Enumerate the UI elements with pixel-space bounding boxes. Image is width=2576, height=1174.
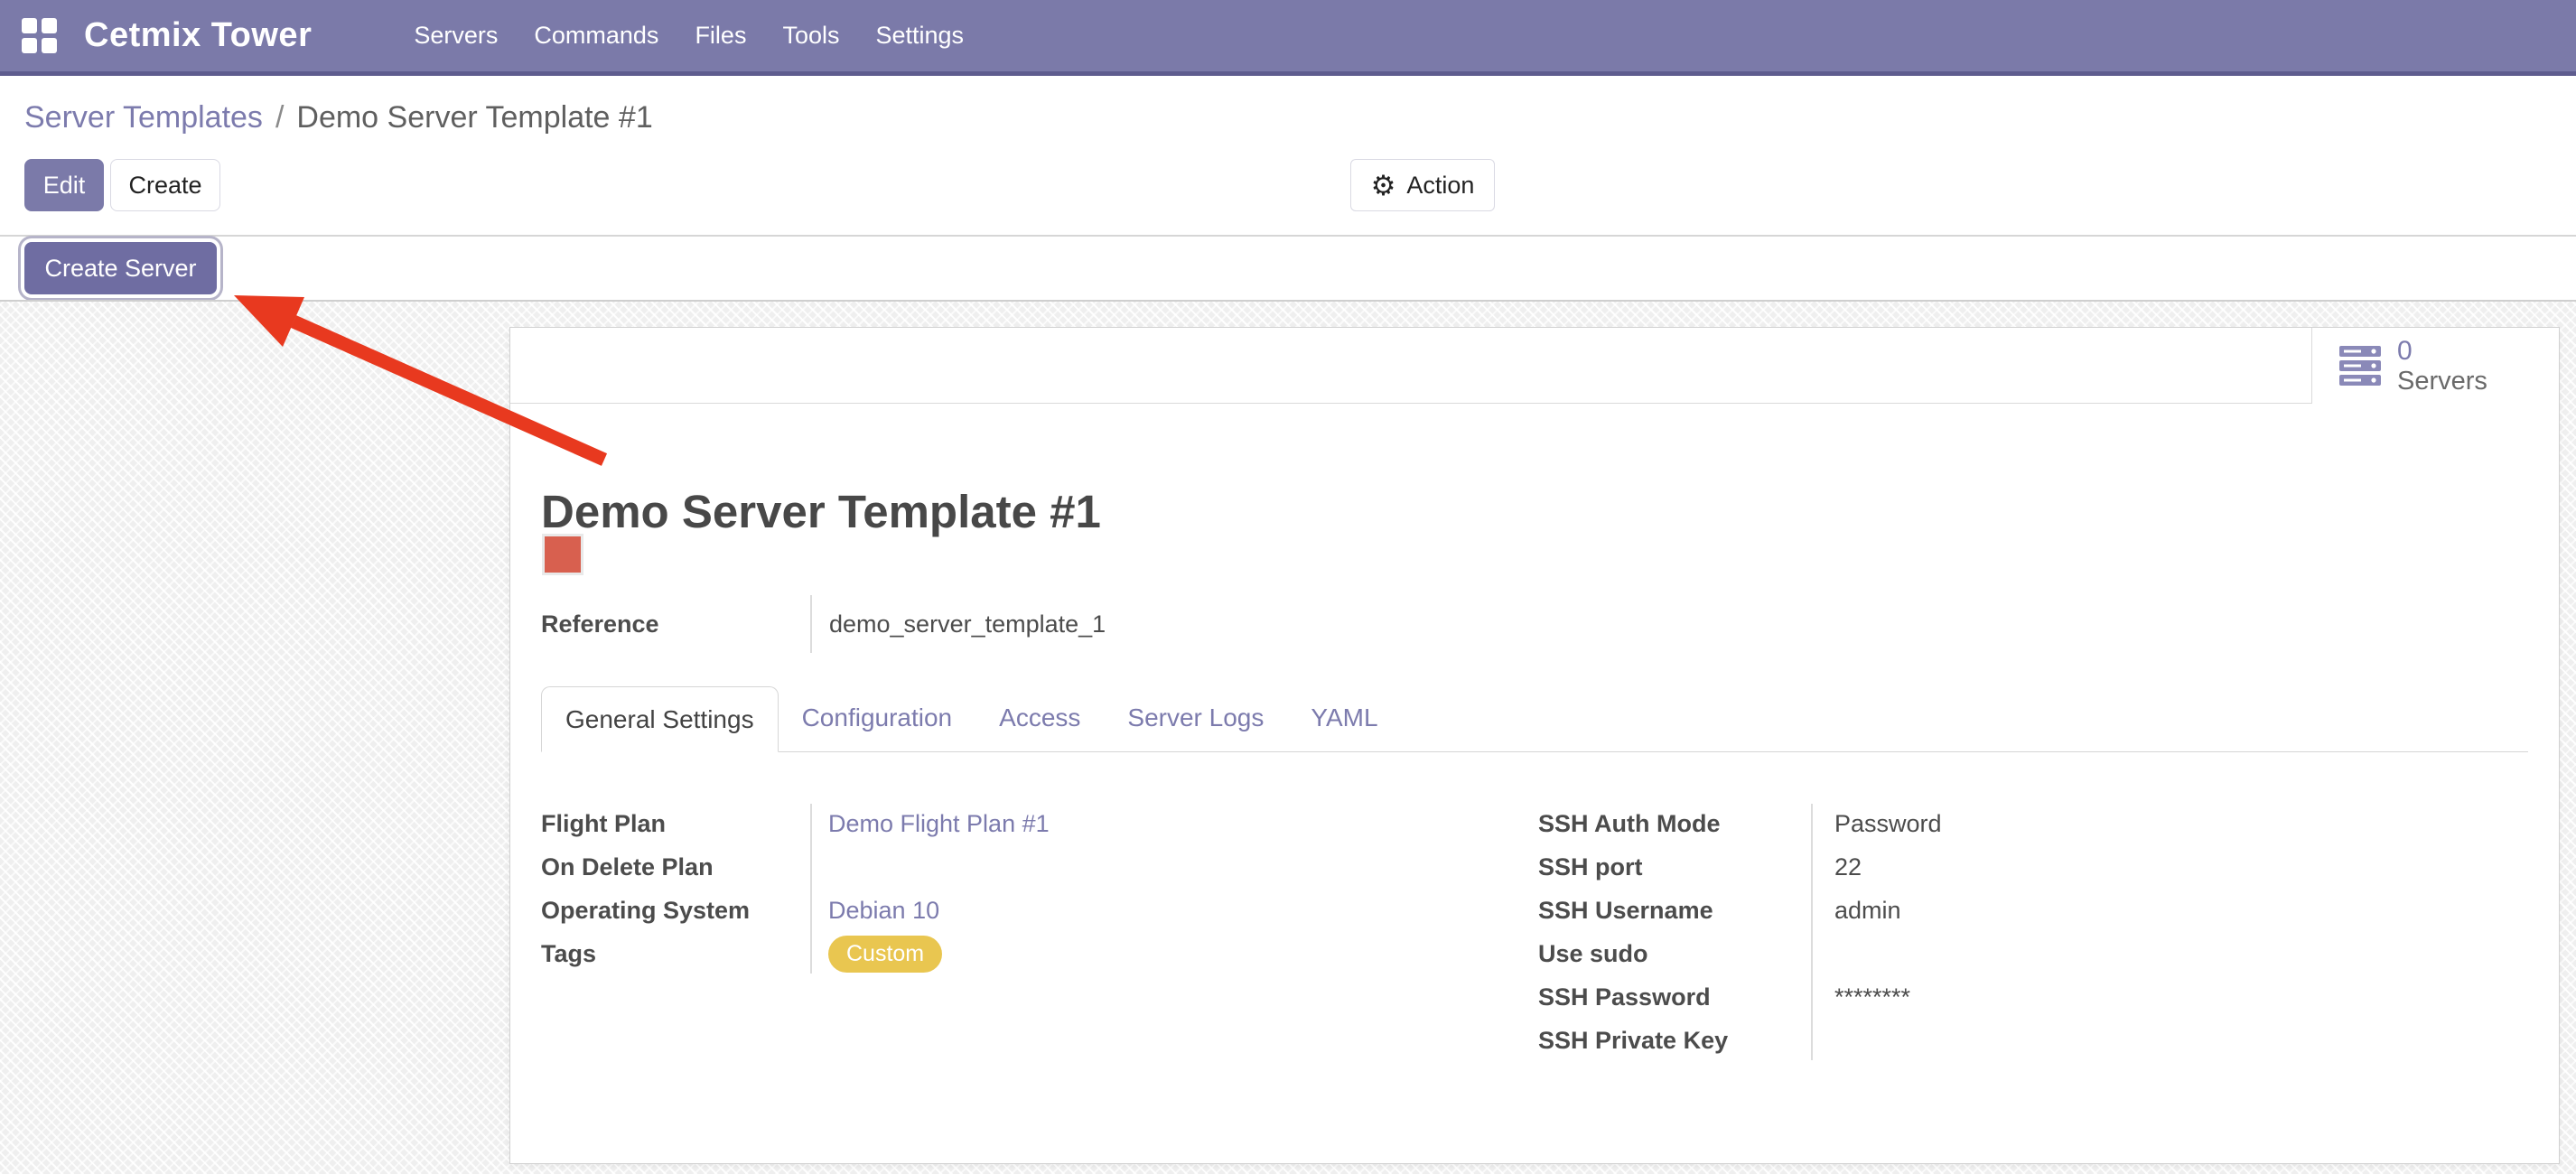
field-label: On Delete Plan: [541, 853, 810, 881]
field-label: SSH port: [1538, 853, 1811, 881]
gear-icon: ⚙: [1371, 172, 1396, 200]
field-value: admin: [1811, 897, 1901, 925]
reference-label: Reference: [541, 610, 810, 638]
field-row-operating-system: Operating SystemDebian 10: [541, 889, 1517, 932]
breadcrumb: Server Templates / Demo Server Template …: [0, 80, 2576, 154]
field-row-tags: Tags Custom: [541, 932, 1517, 975]
field-row-on-delete-plan: On Delete Plan: [541, 845, 1517, 889]
field-value[interactable]: Debian 10: [810, 897, 939, 925]
field-value: Password: [1811, 810, 1942, 838]
field-group-left-divider: [810, 804, 812, 974]
apps-grid-icon[interactable]: [22, 18, 57, 53]
field-group-left: Flight PlanDemo Flight Plan #1On Delete …: [541, 802, 1517, 975]
field-row-ssh-private-key: SSH Private Key: [1538, 1019, 2532, 1062]
field-value: ********: [1811, 983, 1910, 1011]
field-label: SSH Password: [1538, 983, 1811, 1011]
field-row-ssh-port: SSH port22: [1538, 845, 2532, 889]
create-button[interactable]: Create: [110, 159, 220, 211]
main-menu: Servers Commands Files Tools Settings: [414, 22, 964, 50]
menu-item-servers[interactable]: Servers: [414, 22, 498, 50]
field-row-ssh-username: SSH Usernameadmin: [1538, 889, 2532, 932]
field-label: Flight Plan: [541, 810, 810, 838]
field-label: Tags: [541, 940, 810, 968]
servers-count: 0: [2397, 336, 2487, 367]
record-title: Demo Server Template #1: [541, 485, 1101, 539]
breadcrumb-separator: /: [275, 100, 284, 135]
action-button-label: Action: [1406, 172, 1474, 200]
tab-yaml[interactable]: YAML: [1287, 685, 1401, 751]
create-server-button[interactable]: Create Server: [24, 242, 217, 294]
tab-configuration[interactable]: Configuration: [779, 685, 976, 751]
field-group-right-divider: [1811, 804, 1813, 1060]
tab-general-settings[interactable]: General Settings: [541, 686, 779, 752]
menu-item-tools[interactable]: Tools: [782, 22, 839, 50]
field-row-ssh-auth-mode: SSH Auth ModePassword: [1538, 802, 2532, 845]
servers-stat-button[interactable]: 0 Servers: [2311, 328, 2559, 404]
button-box-strip: 0 Servers: [510, 328, 2559, 404]
form-statusbar: Create Server: [0, 237, 2576, 300]
notebook-tabs: General SettingsConfigurationAccessServe…: [541, 686, 2528, 752]
field-label: SSH Private Key: [1538, 1027, 1811, 1055]
app-brand[interactable]: Cetmix Tower: [84, 16, 312, 55]
edit-button[interactable]: Edit: [24, 159, 104, 211]
reference-divider: [810, 595, 812, 653]
content-background: 0 Servers Demo Server Template #1 Refere…: [0, 300, 2576, 1174]
control-panel-buttons: Edit Create ⚙ Action: [0, 159, 2576, 219]
breadcrumb-parent-link[interactable]: Server Templates: [24, 100, 263, 135]
breadcrumb-current: Demo Server Template #1: [296, 100, 652, 135]
menu-item-commands[interactable]: Commands: [534, 22, 658, 50]
field-label: Operating System: [541, 897, 810, 925]
field-value[interactable]: Demo Flight Plan #1: [810, 810, 1050, 838]
tab-server-logs[interactable]: Server Logs: [1104, 685, 1287, 751]
field-label: SSH Auth Mode: [1538, 810, 1811, 838]
page: { "navbar": { "brand": "Cetmix Tower", "…: [0, 0, 2576, 1174]
field-label: SSH Username: [1538, 897, 1811, 925]
reference-field-row: Reference demo_server_template_1: [541, 599, 1106, 649]
action-button[interactable]: ⚙ Action: [1350, 159, 1495, 211]
servers-stat-label: Servers: [2397, 367, 2487, 396]
server-rack-icon: [2339, 346, 2381, 386]
field-row-use-sudo: Use sudo: [1538, 932, 2532, 975]
menu-item-settings[interactable]: Settings: [875, 22, 964, 50]
color-swatch: [545, 536, 581, 573]
field-value: 22: [1811, 853, 1862, 881]
field-value: Custom: [810, 936, 942, 973]
tag-badge: Custom: [828, 936, 942, 973]
tab-access[interactable]: Access: [975, 685, 1104, 751]
reference-value: demo_server_template_1: [810, 610, 1106, 638]
field-row-flight-plan: Flight PlanDemo Flight Plan #1: [541, 802, 1517, 845]
menu-item-files[interactable]: Files: [695, 22, 746, 50]
field-group-right: SSH Auth ModePasswordSSH port22SSH Usern…: [1538, 802, 2532, 1062]
field-row-ssh-password: SSH Password********: [1538, 975, 2532, 1019]
top-navbar: Cetmix Tower ServersCommandsFilesToolsSe…: [0, 0, 2576, 76]
form-sheet: 0 Servers Demo Server Template #1 Refere…: [509, 327, 2560, 1164]
field-label: Use sudo: [1538, 940, 1811, 968]
